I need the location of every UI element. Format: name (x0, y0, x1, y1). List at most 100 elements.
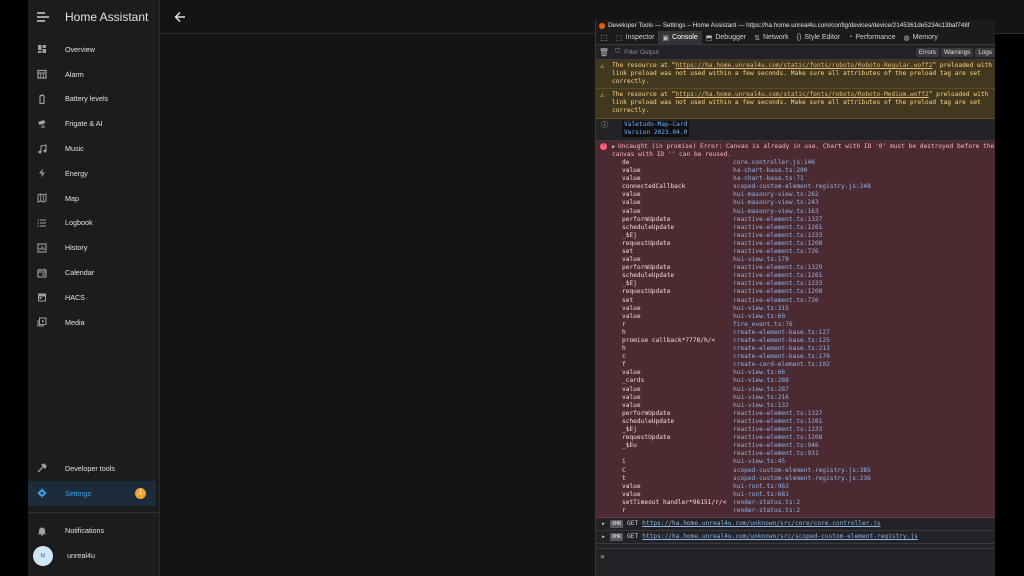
stack-location-link[interactable]: create-element-base.ts:170 (733, 353, 830, 361)
sidebar-item-hacs[interactable]: HACS (28, 285, 159, 310)
tab-style-editor[interactable]: {} Style Editor (793, 31, 844, 45)
error-text[interactable]: ▶ Uncaught (in promise) Error: Canvas is… (612, 143, 995, 159)
sidebar-item-notifications[interactable]: Notifications (28, 519, 159, 544)
sidebar-item-calendar[interactable]: Calendar (28, 260, 159, 285)
stack-location-link[interactable]: reactive-element.ts:1208 (733, 240, 822, 248)
stack-location-link[interactable]: reactive-element.ts:1233 (733, 426, 822, 434)
network-request-row[interactable]: ▶ XHR GET https://ha.home.unreal4u.com/unkn… (596, 531, 995, 545)
filter-logs-button[interactable]: Logs (975, 47, 995, 57)
stack-frame: c create-element-base.ts:170 (622, 353, 995, 361)
expand-icon[interactable]: ▶ (602, 520, 610, 528)
filter-warnings-button[interactable]: Warnings (940, 47, 974, 57)
sidebar-item-frigate-ai[interactable]: Frigate & AI (28, 111, 159, 136)
stack-location-link[interactable]: ha-chart-base.ts:71 (733, 175, 804, 183)
stack-location-link[interactable]: hui-view.ts:60 (733, 313, 785, 321)
stack-location-link[interactable]: reactive-element.ts:1208 (733, 434, 822, 442)
stack-frame: value hui-masonry-view.ts:243 (622, 199, 995, 207)
sidebar-divider (28, 511, 159, 513)
sidebar-item-settings[interactable]: Settings 1 (28, 480, 156, 506)
stack-location-link[interactable]: hui-view.ts:179 (733, 256, 789, 264)
tab-memory[interactable]: ◍ Memory (899, 31, 941, 45)
tab-console[interactable]: ▣ Console (658, 30, 702, 45)
stack-location-link[interactable]: reactive-element.ts:726 (733, 248, 819, 256)
sidebar-item-label: Overview (65, 44, 95, 54)
stack-location-link[interactable]: reactive-element.ts:1329 (733, 264, 822, 272)
stack-location-link[interactable]: hui-view.ts:45 (733, 458, 785, 466)
tab-network[interactable]: ⇅ Network (750, 31, 793, 45)
stack-location-link[interactable]: scoped-custom-element-registry.js:385 (733, 467, 871, 475)
stack-location-link[interactable]: reactive-element.ts:1208 (733, 288, 822, 296)
expand-icon[interactable]: ▶ (602, 533, 610, 541)
request-url-link[interactable]: https://ha.home.unreal4u.com/unknown/src… (642, 533, 918, 541)
stack-location-link[interactable]: create-card-element.ts:102 (733, 361, 830, 369)
filter-errors-button[interactable]: Errors (915, 47, 939, 57)
stack-location-link[interactable]: reactive-element.ts:1327 (733, 216, 822, 224)
stack-location-link[interactable]: hui-view.ts:288 (733, 377, 789, 385)
stack-location-link[interactable]: reactive-element.ts:1261 (733, 418, 822, 426)
request-url-link[interactable]: https://ha.home.unreal4u.com/unknown/src… (642, 520, 880, 528)
tab-debugger[interactable]: ⬒ Debugger (702, 31, 750, 45)
hammer-icon (37, 463, 47, 473)
devtools-titlebar: Developer Tools — Settings – Home Assist… (596, 20, 995, 31)
stack-location-link[interactable]: hui-view.ts:66 (733, 369, 785, 377)
stack-location-link[interactable]: core.controller.js:146 (733, 159, 815, 167)
stack-location-link[interactable]: reactive-element.ts:946 (733, 442, 819, 450)
sidebar-item-map[interactable]: Map (28, 186, 159, 211)
sidebar-item-energy[interactable]: Energy (28, 161, 159, 186)
stack-location-link[interactable]: hui-masonry-view.ts:243 (733, 199, 819, 207)
stack-location-link[interactable]: create-element-base.ts:127 (733, 329, 830, 337)
stack-location-link[interactable]: render-status.ts:2 (733, 499, 800, 507)
warning-link[interactable]: https://ha.home.unreal4u.com/static/font… (675, 91, 928, 98)
sidebar-item-history[interactable]: History (28, 235, 159, 260)
stack-frame: value hui-view.ts:216 (622, 394, 995, 402)
stack-frame: set reactive-element.ts:726 (622, 297, 995, 305)
sidebar-item-overview[interactable]: Overview (28, 37, 159, 62)
network-icon: ⇅ (754, 34, 760, 42)
stack-location-link[interactable]: hui-masonry-view.ts:163 (733, 208, 819, 216)
stack-location-link[interactable]: scoped-custom-element-registry.js:248 (733, 183, 871, 191)
console-input[interactable]: » (596, 548, 995, 576)
stack-location-link[interactable]: reactive-element.ts:1261 (733, 272, 822, 280)
console-warning-message: ⚠ The resource at “https://ha.home.unreal… (596, 60, 995, 90)
trash-icon[interactable]: 🗑 (596, 48, 612, 57)
sidebar-item-logbook[interactable]: Logbook (28, 211, 159, 236)
back-arrow-icon[interactable] (173, 10, 187, 24)
stack-location-link[interactable]: ha-chart-base.ts:290 (733, 167, 808, 175)
stack-location-link[interactable]: hui-root.ts:963 (733, 483, 789, 491)
sidebar-item-user[interactable]: u unreal4u (28, 543, 159, 568)
avatar: u (33, 545, 53, 566)
network-request-row[interactable]: ▶ XHR GET https://ha.home.unreal4u.com/unkn… (596, 518, 995, 532)
tab-inspector[interactable]: ⬚ Inspector (612, 31, 658, 45)
settings-badge: 1 (135, 487, 146, 499)
stack-location-link[interactable]: render-status.ts:2 (733, 507, 800, 515)
stack-location-link[interactable]: hui-view.ts:132 (733, 402, 789, 410)
stack-location-link[interactable]: reactive-element.ts:1233 (733, 232, 822, 240)
menu-icon[interactable] (37, 12, 49, 22)
stack-location-link[interactable]: hui-view.ts:216 (733, 394, 789, 402)
stack-location-link[interactable]: reactive-element.ts:1261 (733, 224, 822, 232)
sidebar-item-battery-levels[interactable]: Battery levels (28, 87, 159, 112)
stack-location-link[interactable]: create-element-base.ts:125 (733, 337, 830, 345)
warning-link[interactable]: https://ha.home.unreal4u.com/static/font… (675, 62, 932, 69)
stack-location-link[interactable]: hui-masonry-view.ts:262 (733, 191, 819, 199)
element-picker-icon[interactable]: ⬚ (596, 33, 612, 42)
stack-location-link[interactable]: scoped-custom-element-registry.js:236 (733, 475, 871, 483)
tab-performance[interactable]: ◔ Performance (844, 31, 899, 45)
tab-label: Inspector (625, 34, 655, 41)
stack-location-link[interactable]: reactive-element.ts:931 (733, 450, 819, 458)
stack-location-link[interactable]: reactive-element.ts:726 (733, 297, 819, 305)
sidebar-item-media[interactable]: Media (28, 310, 159, 335)
stack-function: h (622, 345, 626, 353)
filter-output-input[interactable]: ⛉ Filter Output (612, 48, 914, 56)
sidebar-item-alarm[interactable]: Alarm (28, 62, 159, 87)
sidebar-item-developer-tools[interactable]: Developer tools (28, 456, 159, 481)
stack-location-link[interactable]: reactive-element.ts:1327 (733, 410, 822, 418)
sidebar-item-music[interactable]: Music (28, 136, 159, 161)
stack-location-link[interactable]: hui-root.ts:681 (733, 491, 789, 499)
stack-location-link[interactable]: fire_event.ts:76 (733, 321, 793, 329)
memory-icon: ◍ (903, 34, 910, 42)
stack-location-link[interactable]: hui-view.ts:315 (733, 305, 789, 313)
stack-location-link[interactable]: reactive-element.ts:1233 (733, 280, 822, 288)
stack-location-link[interactable]: create-element-base.ts:213 (733, 345, 830, 353)
stack-location-link[interactable]: hui-view.ts:287 (733, 386, 789, 394)
